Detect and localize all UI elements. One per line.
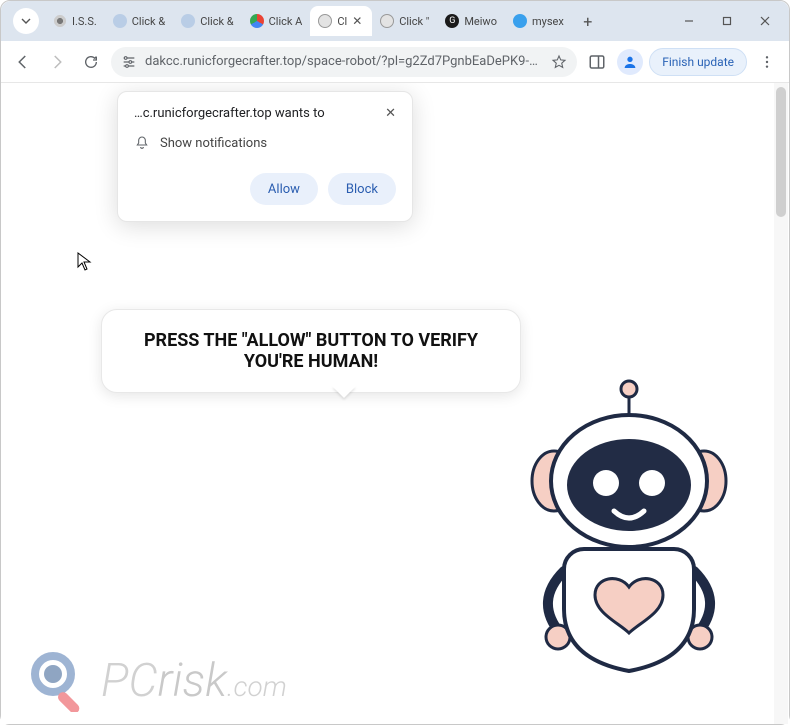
scrollbar-thumb[interactable]	[776, 87, 786, 217]
favicon-icon	[53, 14, 67, 28]
profile-avatar[interactable]	[617, 49, 643, 75]
brand-risk: risk	[157, 654, 227, 708]
favicon-icon	[513, 14, 527, 28]
bookmark-star-icon[interactable]	[551, 54, 567, 70]
tab-7[interactable]: mysex	[505, 6, 572, 36]
finish-update-button[interactable]: Finish update	[649, 48, 747, 76]
maximize-button[interactable]	[709, 7, 745, 35]
url-text: dakcc.runicforgecrafter.top/space-robot/…	[145, 54, 543, 69]
side-panel-icon[interactable]	[583, 48, 611, 76]
favicon-icon	[318, 14, 332, 28]
tab-6[interactable]: G Meiwo	[437, 6, 505, 36]
robot-illustration	[514, 373, 744, 683]
favicon-icon	[380, 14, 394, 28]
back-button[interactable]	[9, 48, 37, 76]
favicon-icon	[113, 14, 127, 28]
tab-3[interactable]: Click A	[242, 6, 311, 36]
tab-label: Click &	[132, 15, 165, 28]
address-bar[interactable]: dakcc.runicforgecrafter.top/space-robot/…	[111, 47, 577, 77]
tab-label: mysex	[532, 15, 564, 28]
notification-permission-dialog: …c.runicforgecrafter.top wants to ✕ Show…	[117, 91, 413, 222]
notification-line-text: Show notifications	[160, 136, 267, 151]
pcrisk-watermark: PCrisk.com	[29, 650, 287, 712]
magnifier-icon	[29, 650, 91, 712]
page-viewport: …c.runicforgecrafter.top wants to ✕ Show…	[1, 83, 789, 724]
tab-label: Click "	[399, 15, 429, 28]
watermark-text: PCrisk.com	[101, 654, 287, 708]
tab-2[interactable]: Click &	[173, 6, 241, 36]
block-button[interactable]: Block	[328, 173, 396, 205]
tab-4-active[interactable]: Cl ✕	[310, 6, 372, 36]
reload-button[interactable]	[77, 48, 105, 76]
new-tab-button[interactable]: +	[576, 9, 600, 33]
tab-strip: I.S.S. Click & Click & Click A Cl ✕ Clic…	[1, 1, 789, 41]
browser-window: I.S.S. Click & Click & Click A Cl ✕ Clic…	[0, 0, 790, 725]
close-window-button[interactable]	[747, 7, 783, 35]
vertical-scrollbar[interactable]	[774, 83, 788, 724]
tab-label: Click &	[200, 15, 233, 28]
chrome-menu-icon[interactable]	[753, 48, 781, 76]
allow-button[interactable]: Allow	[250, 173, 318, 205]
tab-close-icon[interactable]: ✕	[352, 14, 364, 28]
favicon-icon	[181, 14, 195, 28]
site-info-icon[interactable]	[121, 54, 137, 70]
window-controls	[671, 1, 783, 41]
minimize-button[interactable]	[671, 7, 707, 35]
tab-search-dropdown[interactable]	[13, 8, 39, 34]
tab-label: Click A	[269, 15, 303, 28]
verify-human-bubble: PRESS THE "ALLOW" BUTTON TO VERIFY YOU'R…	[101, 309, 521, 393]
bubble-text: PRESS THE "ALLOW" BUTTON TO VERIFY YOU'R…	[144, 330, 478, 372]
tab-label: Meiwo	[464, 15, 497, 28]
tab-label: Cl	[337, 15, 347, 28]
forward-button[interactable]	[43, 48, 71, 76]
tab-5[interactable]: Click "	[372, 6, 437, 36]
brand-tld: .com	[227, 670, 287, 703]
notification-close-icon[interactable]: ✕	[385, 106, 396, 121]
brand-pc: PC	[101, 654, 157, 708]
tab-label: I.S.S.	[72, 15, 97, 28]
favicon-icon: G	[445, 14, 459, 28]
tab-1[interactable]: Click &	[105, 6, 173, 36]
favicon-icon	[250, 14, 264, 28]
notification-origin-text: …c.runicforgecrafter.top wants to	[134, 106, 325, 121]
bell-icon	[134, 135, 150, 151]
cursor-icon	[77, 252, 93, 272]
toolbar: dakcc.runicforgecrafter.top/space-robot/…	[1, 41, 789, 83]
tab-0[interactable]: I.S.S.	[45, 6, 105, 36]
